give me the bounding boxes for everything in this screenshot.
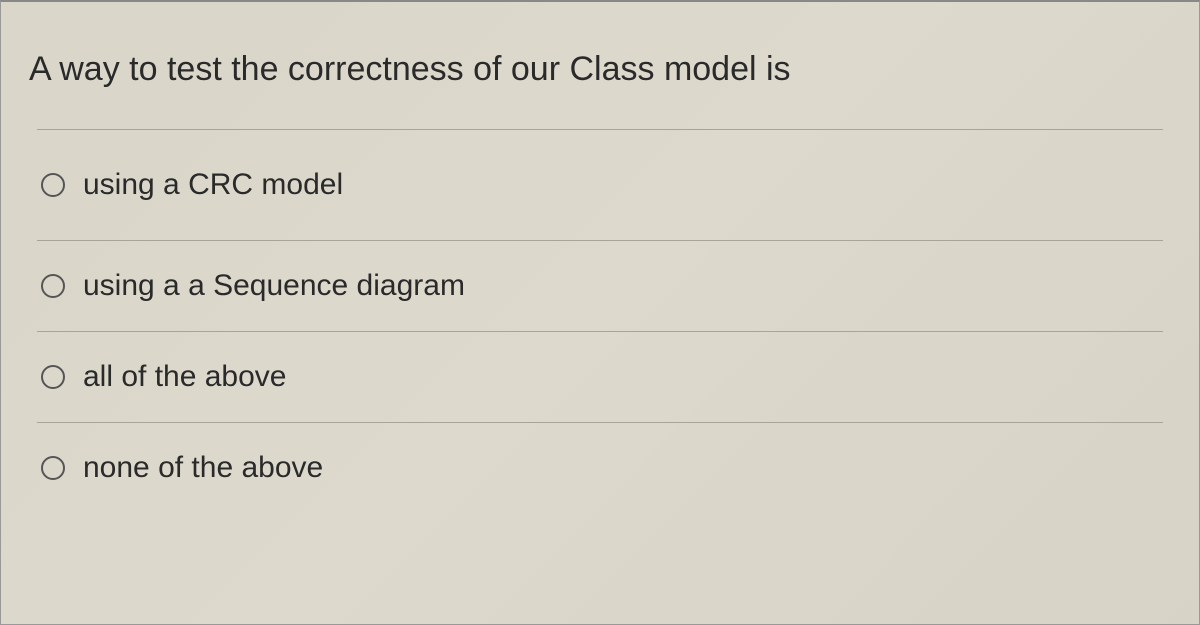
- option-label: all of the above: [83, 360, 286, 394]
- option-label: using a a Sequence diagram: [83, 269, 465, 303]
- radio-icon: [41, 365, 65, 389]
- option-row-1[interactable]: using a a Sequence diagram: [37, 240, 1163, 331]
- option-row-0[interactable]: using a CRC model: [37, 129, 1163, 240]
- option-row-3[interactable]: none of the above: [37, 422, 1163, 513]
- radio-icon: [41, 173, 65, 197]
- option-label: using a CRC model: [83, 168, 343, 202]
- option-label: none of the above: [83, 451, 323, 485]
- radio-icon: [41, 456, 65, 480]
- options-list: using a CRC model using a a Sequence dia…: [1, 129, 1199, 513]
- question-text: A way to test the correctness of our Cla…: [1, 2, 1199, 129]
- radio-icon: [41, 274, 65, 298]
- question-container: A way to test the correctness of our Cla…: [0, 0, 1200, 625]
- option-row-2[interactable]: all of the above: [37, 331, 1163, 422]
